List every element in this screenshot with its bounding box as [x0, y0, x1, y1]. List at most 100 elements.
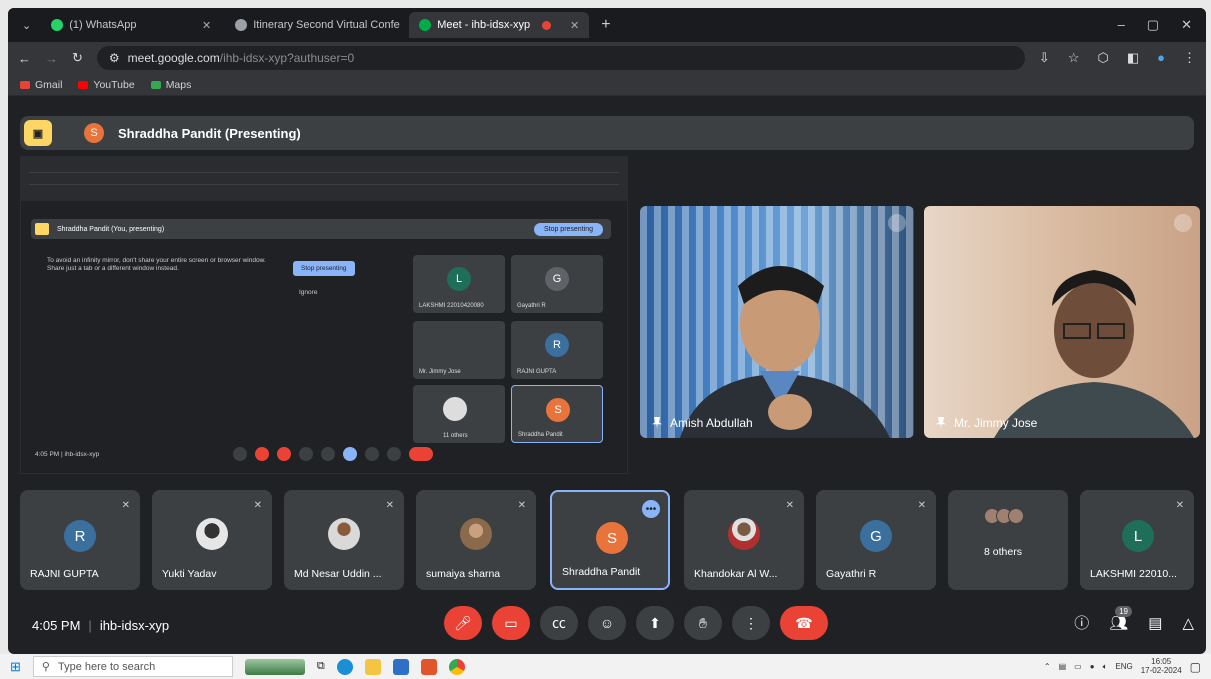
info-icon[interactable]: ⓘ	[1074, 612, 1089, 633]
video-feed	[640, 206, 914, 438]
profile-photo	[728, 518, 760, 550]
battery-icon[interactable]: ▭	[1074, 662, 1082, 671]
shared-bar-text: Shraddha Pandit (You, presenting)	[57, 225, 165, 233]
mic-tray-icon[interactable]: ●	[1090, 662, 1095, 671]
avatar: G	[545, 267, 569, 291]
participant-tile[interactable]: ✕ sumaiya sharna	[416, 490, 536, 590]
new-tab-icon[interactable]: +	[593, 16, 618, 34]
meeting-code: ihb-idsx-xyp	[99, 617, 170, 633]
bookmark-youtube[interactable]: YouTube	[78, 79, 135, 91]
shared-footer-text: 4:05 PM | ihb-idsx-xyp	[35, 450, 100, 458]
extensions-icon[interactable]: ⬡	[1097, 50, 1108, 66]
bookmark-maps[interactable]: Maps	[150, 79, 191, 91]
present-button[interactable]: ⬆	[636, 606, 674, 640]
volume-icon[interactable]: 🔈︎	[1103, 662, 1108, 672]
clock-date: 17-02-2024	[1140, 665, 1182, 675]
video-tile-jimmy[interactable]: Mr. Jimmy Jose	[924, 206, 1200, 438]
star-icon[interactable]: ☆	[1068, 50, 1080, 66]
taskbar: ⊞ ⚲ Type here to search ⧉ ⌃ ▤ ▭ ● 🔈︎ ENG…	[0, 654, 1211, 679]
participant-name: Amish Abdullah	[670, 416, 753, 430]
site-settings-icon[interactable]: ⚙	[109, 51, 120, 65]
emoji-button[interactable]: ☺	[588, 606, 626, 640]
menu-icon[interactable]: ⋮	[1183, 50, 1196, 66]
file-explorer-icon[interactable]	[364, 658, 381, 675]
participant-tile[interactable]: ✕ Md Nesar Uddin ...	[284, 490, 404, 590]
avatar: L	[447, 267, 471, 291]
landscape-widget-icon[interactable]	[244, 658, 305, 675]
mic-off-icon: ✕	[1175, 500, 1184, 511]
tab-meet[interactable]: Meet - ihb-idsx-xyp ✕	[409, 12, 590, 38]
raise-hand-button[interactable]: ✋︎	[684, 606, 722, 640]
close-window-icon[interactable]: ✕	[1181, 17, 1192, 33]
globe-icon	[235, 19, 248, 31]
participant-tile[interactable]: ••• S Shraddha Pandit	[550, 490, 670, 590]
shared-tile: R RAJNI GUPTA	[511, 321, 603, 379]
side-controls: ⓘ 👥︎ 19 ▤ △	[1074, 606, 1194, 633]
participant-name: LAKSHMI 22010...	[1090, 568, 1177, 580]
mail-icon[interactable]	[392, 658, 409, 675]
bookmark-gmail[interactable]: Gmail	[20, 79, 62, 91]
sidepanel-icon[interactable]: ◧	[1127, 50, 1139, 66]
tab-whatsapp[interactable]: (1) WhatsApp ✕	[41, 12, 221, 38]
video-tile-amish[interactable]: Amish Abdullah	[640, 206, 914, 438]
toolbar: ← → ↻ ⚙ meet.google.com/ihb-idsx-xyp?aut…	[8, 42, 1206, 74]
close-icon[interactable]: ✕	[202, 19, 211, 32]
participant-tile[interactable]: ✕ G Gayathri R	[816, 490, 936, 590]
tab-itinerary[interactable]: Itinerary Second Virtual Confe ✕	[225, 12, 405, 38]
recording-icon	[542, 20, 552, 30]
taskbar-search[interactable]: ⚲ Type here to search	[32, 656, 233, 677]
avatar: S	[84, 123, 104, 143]
brave-icon[interactable]	[420, 658, 437, 675]
participant-tile[interactable]: 8 others	[948, 490, 1068, 590]
participant-tile[interactable]: ✕ L LAKSHMI 22010...	[1080, 490, 1194, 590]
bookmarks-bar: Gmail YouTube Maps	[8, 74, 1206, 96]
tile-name: Shraddha Pandit	[518, 432, 563, 438]
reload-icon[interactable]: ↻	[72, 50, 83, 66]
minimize-icon[interactable]: –	[1118, 17, 1125, 33]
mic-off-icon: ✕	[785, 500, 794, 511]
shared-controls: 4:05 PM | ihb-idsx-xyp	[35, 447, 615, 461]
participant-tile[interactable]: ✕ Khandokar Al W...	[684, 490, 804, 590]
captions-button[interactable]: ㏄	[540, 606, 578, 640]
address-bar[interactable]: ⚙ meet.google.com/ihb-idsx-xyp?authuser=…	[96, 46, 1025, 70]
more-options-button[interactable]: ⋮	[732, 606, 770, 640]
shared-control	[365, 447, 379, 461]
notifications-icon[interactable]: ▢	[1190, 660, 1201, 674]
participant-name: RAJNI GUPTA	[30, 568, 99, 580]
edge-icon[interactable]	[336, 658, 353, 675]
avatar-stack	[984, 508, 1024, 524]
present-screen-icon[interactable]: ▣	[24, 120, 52, 146]
profile-photo	[196, 518, 228, 550]
camera-off-button[interactable]: ▭	[492, 606, 530, 640]
maximize-icon[interactable]: ▢	[1147, 17, 1159, 33]
close-icon[interactable]: ✕	[570, 19, 579, 32]
mic-off-icon: ✕	[917, 500, 926, 511]
divider: |	[88, 617, 92, 633]
tray-chevron-icon[interactable]: ⌃	[1044, 662, 1051, 671]
forward-icon[interactable]: →	[45, 51, 58, 66]
network-icon[interactable]: ▤	[1059, 662, 1067, 671]
chat-icon[interactable]: ▤	[1148, 614, 1162, 632]
present-icon	[35, 223, 49, 235]
mic-off-button[interactable]: 🎤︎	[444, 606, 482, 640]
profile-icon[interactable]: ●	[1157, 50, 1165, 66]
download-icon[interactable]: ⇩	[1039, 50, 1050, 66]
shared-control	[299, 447, 313, 461]
activities-icon[interactable]: △	[1182, 614, 1194, 632]
participant-tile[interactable]: ✕ Yukti Yadav	[152, 490, 272, 590]
language-indicator[interactable]: ENG	[1115, 662, 1132, 671]
leave-call-button[interactable]: ☎︎	[780, 606, 828, 640]
participant-tile[interactable]: ✕ R RAJNI GUPTA	[20, 490, 140, 590]
avatar: S	[546, 398, 570, 422]
clock[interactable]: 16:05 17-02-2024	[1140, 657, 1182, 676]
tab-title: Meet - ihb-idsx-xyp	[437, 19, 531, 31]
more-options-icon[interactable]: •••	[642, 500, 660, 518]
pin-icon[interactable]	[936, 417, 946, 429]
task-view-icon[interactable]: ⧉	[317, 660, 325, 673]
participant-name: Gayathri R	[826, 568, 877, 580]
back-icon[interactable]: ←	[18, 51, 31, 66]
pin-icon[interactable]	[652, 417, 662, 429]
chrome-icon[interactable]	[448, 658, 465, 675]
tab-search-icon[interactable]: ⌄	[16, 19, 37, 32]
windows-start-icon[interactable]: ⊞	[10, 659, 21, 675]
